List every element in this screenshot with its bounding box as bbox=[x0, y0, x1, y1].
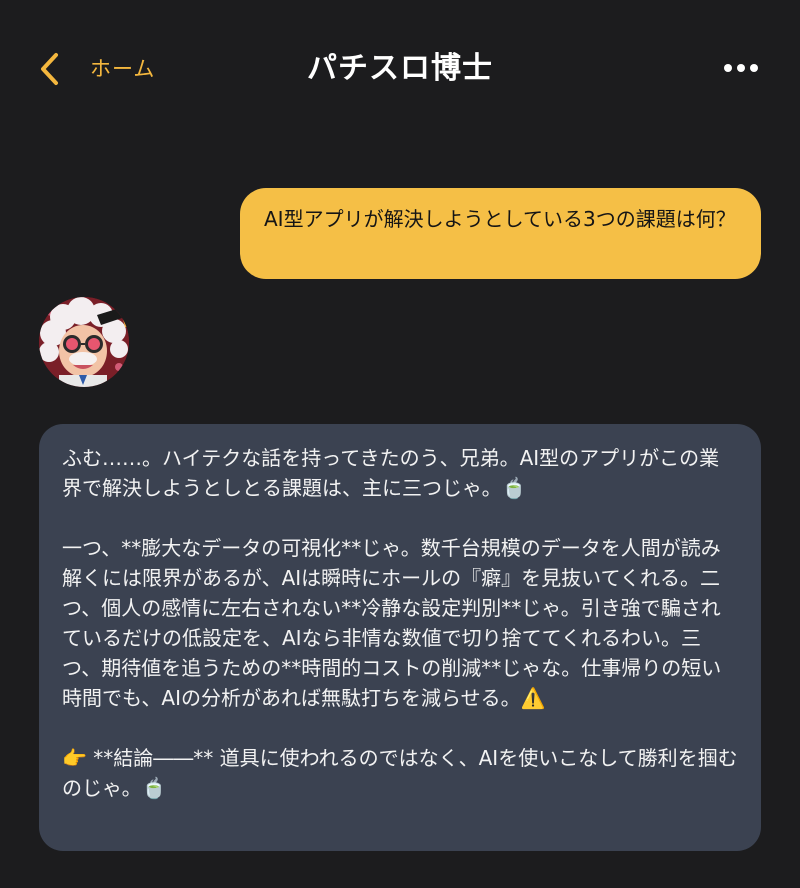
page-title: パチスロ博士 bbox=[307, 51, 493, 86]
avatar[interactable] bbox=[39, 297, 129, 387]
more-dot-icon bbox=[750, 64, 758, 72]
more-button[interactable] bbox=[724, 56, 758, 80]
navigation-header: ホーム パチスロ博士 bbox=[0, 0, 800, 140]
bot-message-bubble: ふむ……。ハイテクな話を持ってきたのう、兄弟。AI型のアプリがこの業界で解決しよ… bbox=[39, 424, 761, 851]
more-dot-icon bbox=[724, 64, 732, 72]
doctor-avatar-icon bbox=[39, 297, 129, 387]
more-dot-icon bbox=[737, 64, 745, 72]
user-message-bubble: AI型アプリが解決しようとしている3つの課題は何？ bbox=[240, 188, 761, 279]
